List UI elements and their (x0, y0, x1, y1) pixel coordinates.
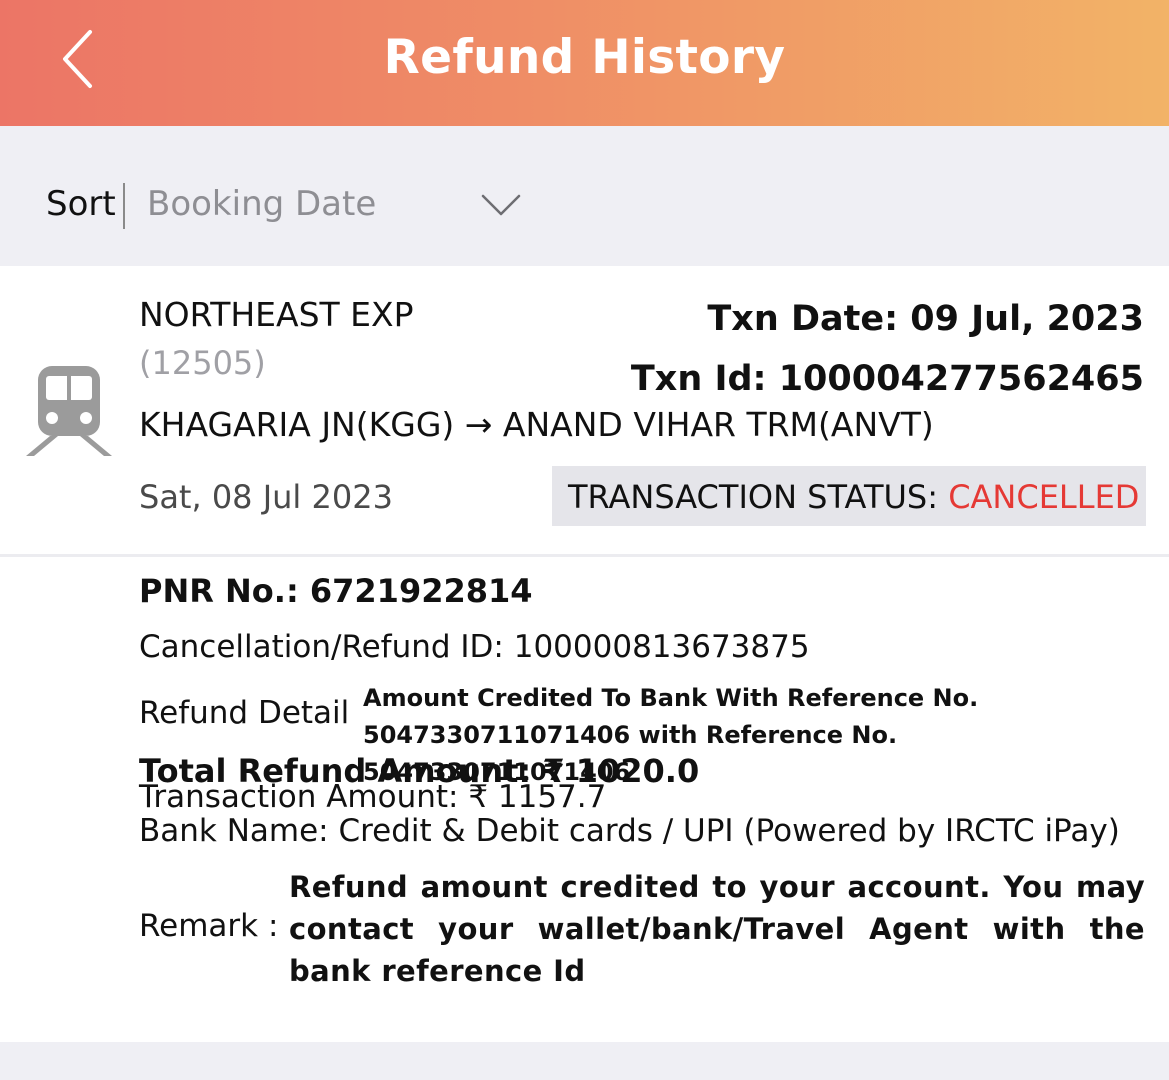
remark-label: Remark : (139, 908, 279, 944)
txn-date: Txn Date: 09 Jul, 2023 (707, 299, 1144, 339)
train-icon (26, 366, 112, 456)
sort-divider (123, 183, 125, 229)
txn-id: Txn Id: 100004277562465 (630, 359, 1144, 399)
refund-id: Cancellation/Refund ID: 100000813673875 (139, 629, 810, 665)
bank-name: Bank Name: Credit & Debit cards / UPI (P… (139, 813, 1120, 849)
train-route: KHAGARIA JN(KGG) → ANAND VIHAR TRM(ANVT) (139, 405, 934, 444)
card-divider (0, 554, 1169, 557)
journey-date: Sat, 08 Jul 2023 (139, 478, 393, 516)
status-label: TRANSACTION STATUS: (568, 478, 949, 516)
status-badge: TRANSACTION STATUS: CANCELLED (552, 466, 1146, 526)
chevron-down-icon (481, 194, 521, 216)
transaction-amount: Transaction Amount: ₹ 1157.7 (139, 779, 607, 815)
train-name: NORTHEAST EXP (139, 295, 414, 334)
refund-detail-label: Refund Detail (139, 695, 350, 731)
page-title: Refund History (383, 30, 786, 85)
sort-selected-value: Booking Date (147, 184, 377, 224)
sort-dropdown[interactable]: Booking Date (140, 176, 540, 236)
sort-label: Sort (46, 184, 116, 224)
remark-value: Refund amount credited to your account. … (289, 870, 1145, 988)
pnr-number: PNR No.: 6721922814 (139, 572, 533, 610)
header-bar: Refund History (0, 0, 1169, 126)
status-value: CANCELLED (948, 478, 1140, 516)
train-number: (12505) (139, 344, 266, 382)
